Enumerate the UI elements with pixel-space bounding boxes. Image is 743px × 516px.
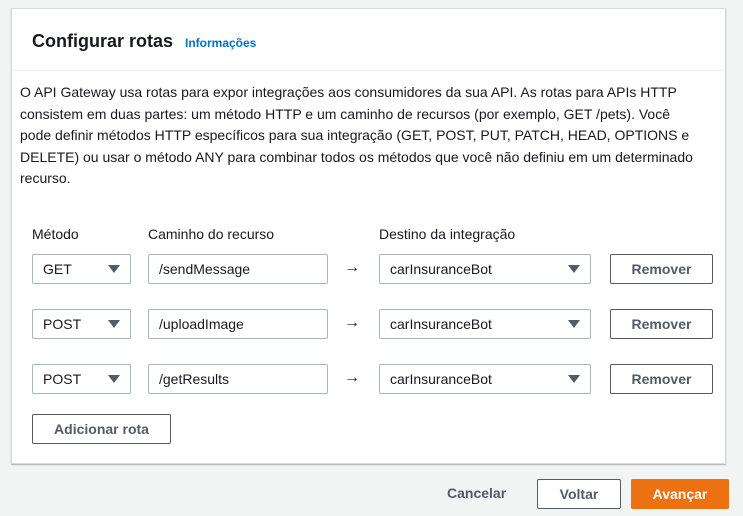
panel-description: O API Gateway usa rotas para expor integ… (20, 84, 693, 186)
caret-down-icon (108, 375, 120, 383)
caret-down-icon (108, 265, 120, 273)
method-column-label: Método (32, 226, 79, 242)
panel-title: Configurar rotas (32, 31, 174, 51)
route-path-input[interactable]: /uploadImage (148, 309, 328, 339)
route-method-value: POST (43, 371, 82, 387)
next-button[interactable]: Avançar (631, 479, 729, 509)
info-link[interactable]: Informações (185, 36, 256, 50)
route-target-select[interactable]: carInsuranceBot (379, 309, 591, 339)
path-column-label: Caminho do recurso (148, 226, 275, 242)
caret-down-icon (568, 265, 580, 273)
caret-down-icon (568, 375, 580, 383)
arrow-right-icon: → (344, 314, 360, 331)
remove-route-button[interactable]: Remover (610, 309, 713, 339)
route-target-value: carInsuranceBot (390, 316, 492, 332)
panel-header: Configurar rotas Informações (12, 9, 725, 71)
target-column-label: Destino da integração (379, 226, 516, 242)
route-path-input[interactable]: /sendMessage (148, 254, 328, 284)
route-target-value: carInsuranceBot (390, 261, 492, 277)
route-target-value: carInsuranceBot (390, 371, 492, 387)
route-target-select[interactable]: carInsuranceBot (379, 364, 591, 394)
route-method-value: POST (43, 316, 82, 332)
route-method-select[interactable]: GET (32, 254, 131, 284)
route-method-value: GET (43, 261, 72, 277)
remove-route-button[interactable]: Remover (610, 364, 713, 394)
add-route-button[interactable]: Adicionar rota (32, 414, 171, 444)
arrow-right-icon: → (344, 259, 360, 276)
back-button[interactable]: Voltar (537, 479, 621, 509)
configure-routes-panel: Configurar rotas Informações (11, 8, 726, 464)
remove-route-button[interactable]: Remover (610, 254, 713, 284)
route-method-select[interactable]: POST (32, 309, 131, 339)
cancel-button[interactable]: Cancelar (447, 485, 506, 501)
caret-down-icon (108, 320, 120, 328)
caret-down-icon (568, 320, 580, 328)
route-method-select[interactable]: POST (32, 364, 131, 394)
route-path-input[interactable]: /getResults (148, 364, 328, 394)
route-target-select[interactable]: carInsuranceBot (379, 254, 591, 284)
arrow-right-icon: → (344, 369, 360, 386)
